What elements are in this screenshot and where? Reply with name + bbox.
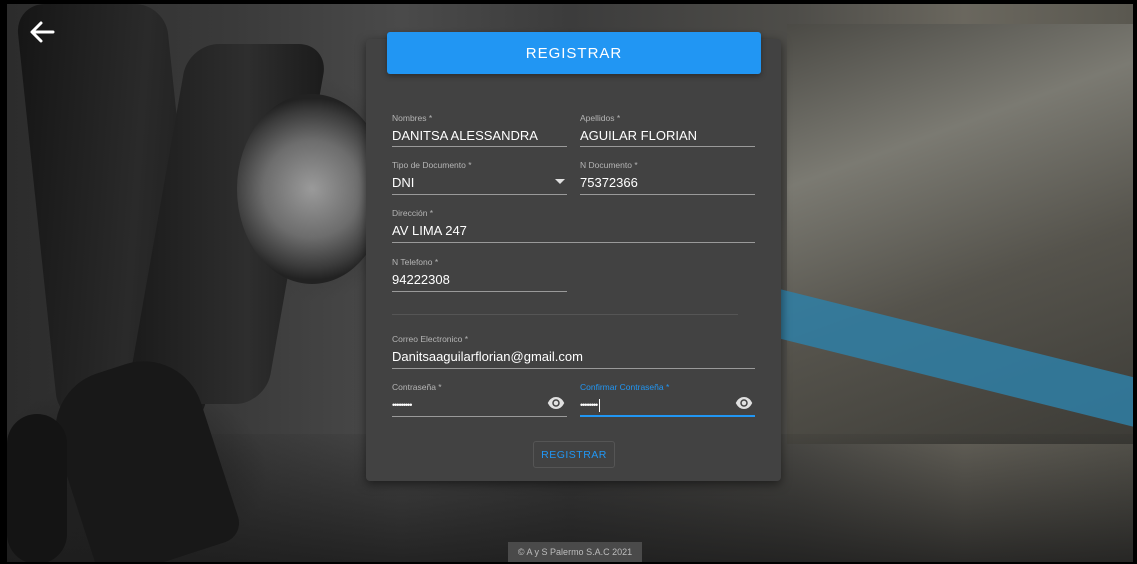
apellidos-field[interactable]: Apellidos * AGUILAR FLORIAN: [580, 113, 755, 147]
n-documento-value: 75372366: [580, 175, 638, 190]
register-button[interactable]: REGISTRAR: [533, 441, 615, 468]
apellidos-value: AGUILAR FLORIAN: [580, 128, 698, 143]
n-documento-label: N Documento *: [580, 160, 638, 170]
password-label: Contraseña *: [392, 382, 442, 392]
confirm-password-value: ••••••••: [580, 397, 755, 413]
tipo-documento-value: DNI: [392, 175, 415, 190]
telefono-field[interactable]: N Telefono * 94222308: [392, 257, 567, 292]
nombres-field[interactable]: Nombres * DANITSA ALESSANDRA: [392, 113, 567, 147]
tipo-documento-select[interactable]: Tipo de Documento * DNI: [392, 160, 567, 195]
copyright-footer: © A y S Palermo S.A.C 2021: [508, 542, 642, 562]
nombres-value: DANITSA ALESSANDRA: [392, 128, 538, 143]
eye-icon[interactable]: [547, 396, 565, 410]
confirm-password-field[interactable]: Confirmar Contraseña * ••••••••: [580, 382, 755, 417]
apellidos-label: Apellidos *: [580, 113, 621, 123]
confirm-password-label: Confirmar Contraseña *: [580, 382, 670, 392]
nombres-label: Nombres *: [392, 113, 433, 123]
section-divider: [392, 314, 738, 315]
caret-down-icon[interactable]: [555, 179, 565, 184]
back-arrow-icon[interactable]: [26, 16, 58, 48]
tipo-documento-label: Tipo de Documento *: [392, 160, 472, 170]
telefono-value: 94222308: [392, 272, 450, 287]
correo-field[interactable]: Correo Electronico * Danitsaaguilarflori…: [392, 334, 755, 369]
page-title: REGISTRAR: [387, 32, 761, 74]
eye-icon[interactable]: [735, 396, 753, 410]
correo-label: Correo Electronico *: [392, 334, 469, 344]
correo-value: Danitsaaguilarflorian@gmail.com: [392, 349, 583, 364]
direccion-label: Dirección *: [392, 208, 434, 218]
password-value: •••••••••: [392, 400, 412, 410]
direccion-value: AV LIMA 247: [392, 223, 467, 238]
password-field[interactable]: Contraseña * •••••••••: [392, 382, 567, 417]
telefono-label: N Telefono *: [392, 257, 439, 267]
direccion-field[interactable]: Dirección * AV LIMA 247: [392, 208, 755, 243]
n-documento-field[interactable]: N Documento * 75372366: [580, 160, 755, 195]
